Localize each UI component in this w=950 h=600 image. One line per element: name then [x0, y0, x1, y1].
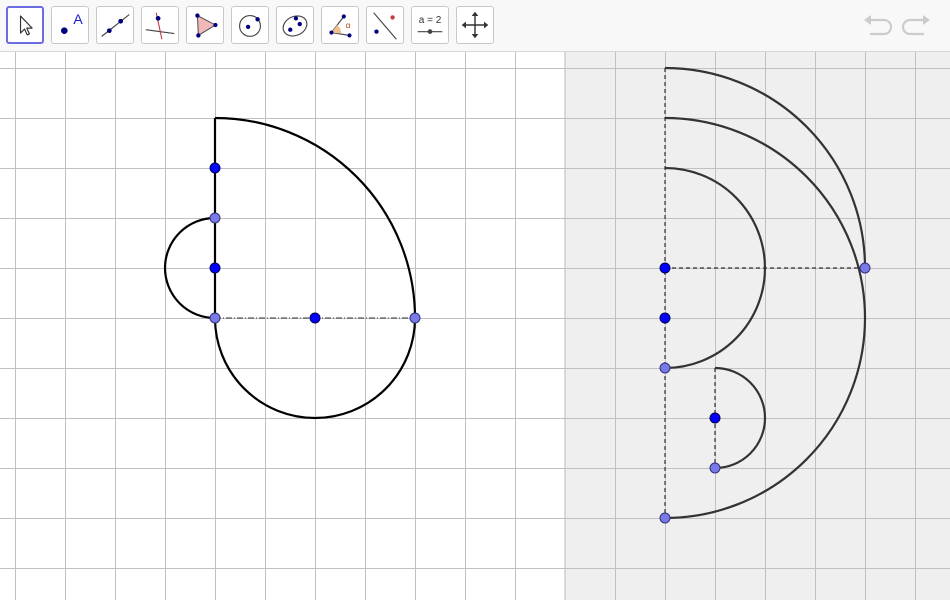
perpendicular-tool-button[interactable]: [141, 6, 179, 44]
redo-button[interactable]: [900, 12, 932, 40]
perpendicular-line-icon: [145, 12, 175, 40]
reflect-tool-button[interactable]: [366, 6, 404, 44]
move-arrows-icon: [461, 11, 489, 39]
point-tool-letter: A: [73, 11, 83, 27]
point-free[interactable]: [659, 312, 671, 324]
reflect-point-icon: [373, 12, 397, 40]
conic-tool-button[interactable]: [276, 6, 314, 44]
point-tool-button[interactable]: A: [51, 6, 89, 44]
toolbar: A α a = 2: [0, 0, 950, 52]
point-dependent[interactable]: [709, 462, 721, 474]
point-free[interactable]: [209, 162, 221, 174]
graphics-view-1[interactable]: [0, 52, 565, 600]
point-free[interactable]: [709, 412, 721, 424]
point-free[interactable]: [309, 312, 321, 324]
undo-icon: [864, 15, 893, 36]
circle-tool-button[interactable]: [231, 6, 269, 44]
point-dependent[interactable]: [209, 212, 221, 224]
slider-icon: [417, 29, 443, 34]
point-dependent[interactable]: [859, 262, 871, 274]
polygon-tool-button[interactable]: [186, 6, 224, 44]
point-dependent[interactable]: [659, 362, 671, 374]
angle-alpha-label: α: [345, 21, 351, 30]
circle-center-point-icon: [239, 14, 261, 37]
line-through-points-icon: [101, 14, 130, 37]
line-tool-button[interactable]: [96, 6, 134, 44]
point-dependent[interactable]: [659, 512, 671, 524]
point-free[interactable]: [209, 262, 221, 274]
undo-button[interactable]: [862, 12, 894, 40]
slider-tool-button[interactable]: a = 2: [411, 6, 449, 44]
triangle-polygon-icon: [195, 13, 218, 38]
move-tool-button[interactable]: [6, 6, 44, 44]
point-dependent[interactable]: [209, 312, 221, 324]
move-view-tool-button[interactable]: [456, 6, 494, 44]
graphics-canvas[interactable]: [0, 52, 950, 600]
ellipse-icon: [282, 15, 308, 37]
pointer-arrow-icon: [19, 15, 33, 36]
point-free[interactable]: [659, 262, 671, 274]
angle-tool-button[interactable]: α: [321, 6, 359, 44]
graphics-view-2[interactable]: [565, 52, 950, 600]
point-dependent[interactable]: [409, 312, 421, 324]
redo-icon: [901, 15, 930, 36]
